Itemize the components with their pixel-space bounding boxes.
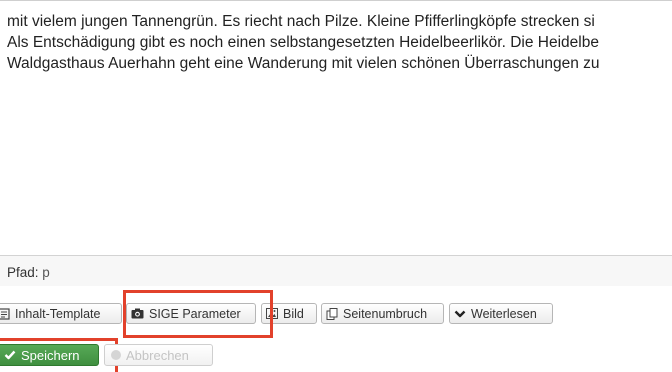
camera-icon bbox=[131, 308, 144, 319]
cancel-button[interactable]: Abbrechen bbox=[104, 344, 213, 366]
path-value[interactable]: p bbox=[42, 265, 50, 280]
editor-text-line: Als Entschädigung gibt es noch einen sel… bbox=[7, 34, 599, 51]
bild-button[interactable]: Bild bbox=[261, 303, 317, 324]
editor-text-line: mit vielem jungen Tannengrün. Es riecht … bbox=[7, 13, 595, 30]
pagebreak-icon bbox=[326, 307, 338, 320]
save-label: Speichern bbox=[21, 347, 80, 363]
editor-content-area[interactable]: mit vielem jungen Tannengrün. Es riecht … bbox=[0, 1, 672, 255]
seitenumbruch-button[interactable]: Seitenumbruch bbox=[321, 303, 444, 324]
weiterlesen-button[interactable]: Weiterlesen bbox=[449, 303, 553, 324]
editor-text-line: Waldgasthaus Auerhahn geht eine Wanderun… bbox=[7, 55, 600, 72]
weiterlesen-label: Weiterlesen bbox=[471, 306, 537, 321]
chevron-down-icon bbox=[454, 309, 466, 319]
save-button[interactable]: Speichern bbox=[0, 344, 99, 366]
template-icon bbox=[0, 307, 10, 320]
cancel-label: Abbrechen bbox=[126, 347, 189, 363]
sige-parameter-label: SIGE Parameter bbox=[149, 306, 241, 321]
sige-parameter-button[interactable]: SIGE Parameter bbox=[126, 303, 256, 324]
editor-frame: mit vielem jungen Tannengrün. Es riecht … bbox=[0, 0, 672, 286]
editor-statusbar: Pfad: p bbox=[0, 255, 672, 286]
bild-label: Bild bbox=[283, 306, 304, 321]
path-label: Pfad: bbox=[7, 265, 39, 280]
inhalt-template-label: Inhalt-Template bbox=[15, 306, 101, 321]
cancel-icon bbox=[111, 350, 121, 360]
inhalt-template-button[interactable]: Inhalt-Template bbox=[0, 303, 122, 324]
image-icon bbox=[266, 308, 278, 319]
seitenumbruch-label: Seitenumbruch bbox=[343, 306, 428, 321]
checkmark-icon bbox=[4, 348, 16, 363]
